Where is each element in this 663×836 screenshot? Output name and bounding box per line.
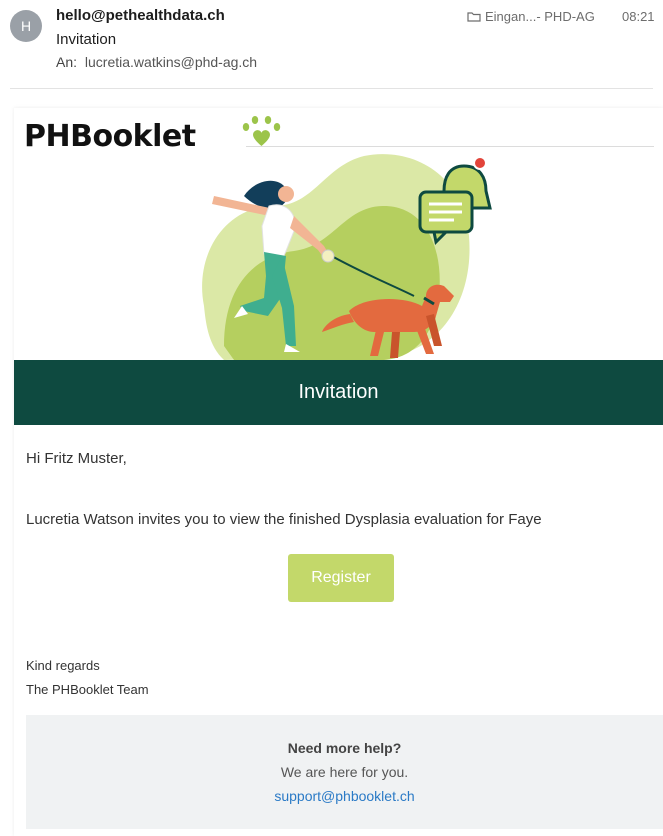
greeting-text: Hi Fritz Muster, [26, 450, 127, 467]
recipient-address[interactable]: lucretia.watkins@phd-ag.ch [85, 54, 257, 70]
email-body: PHBooklet Invitation Hi Fritz Muster, Lu… [14, 108, 663, 836]
sender-avatar: H [10, 10, 42, 42]
register-button[interactable]: Register [288, 554, 394, 602]
invitation-message: Lucretia Watson invites you to view the … [26, 511, 542, 528]
hero-illustration [202, 154, 492, 360]
recipient-label: An: [56, 54, 78, 70]
sender-address[interactable]: hello@pethealthdata.ch [56, 7, 225, 24]
banner-title: Invitation [298, 381, 379, 403]
folder-label: Eingan...- PHD-AG [485, 9, 595, 24]
mail-subject: Invitation [56, 31, 117, 48]
recipient-row: An: lucretia.watkins@phd-ag.ch [56, 54, 257, 70]
mail-folder[interactable]: Eingan...- PHD-AG [467, 9, 595, 24]
closing-regards: Kind regards [26, 658, 100, 673]
closing-team: The PHBooklet Team [26, 682, 149, 697]
mail-header: H hello@pethealthdata.ch Invitation An: … [0, 0, 663, 88]
invitation-banner: Invitation [14, 360, 663, 425]
closing-block: Kind regards The PHBooklet Team [26, 654, 149, 702]
help-title: Need more help? [287, 740, 402, 756]
header-divider [10, 88, 653, 89]
help-subtitle: We are here for you. [280, 764, 409, 780]
support-email-link[interactable]: support@phbooklet.ch [274, 788, 414, 804]
help-box: Need more help? We are here for you. sup… [26, 715, 663, 829]
folder-icon [467, 12, 481, 22]
mail-time: 08:21 [622, 9, 655, 24]
